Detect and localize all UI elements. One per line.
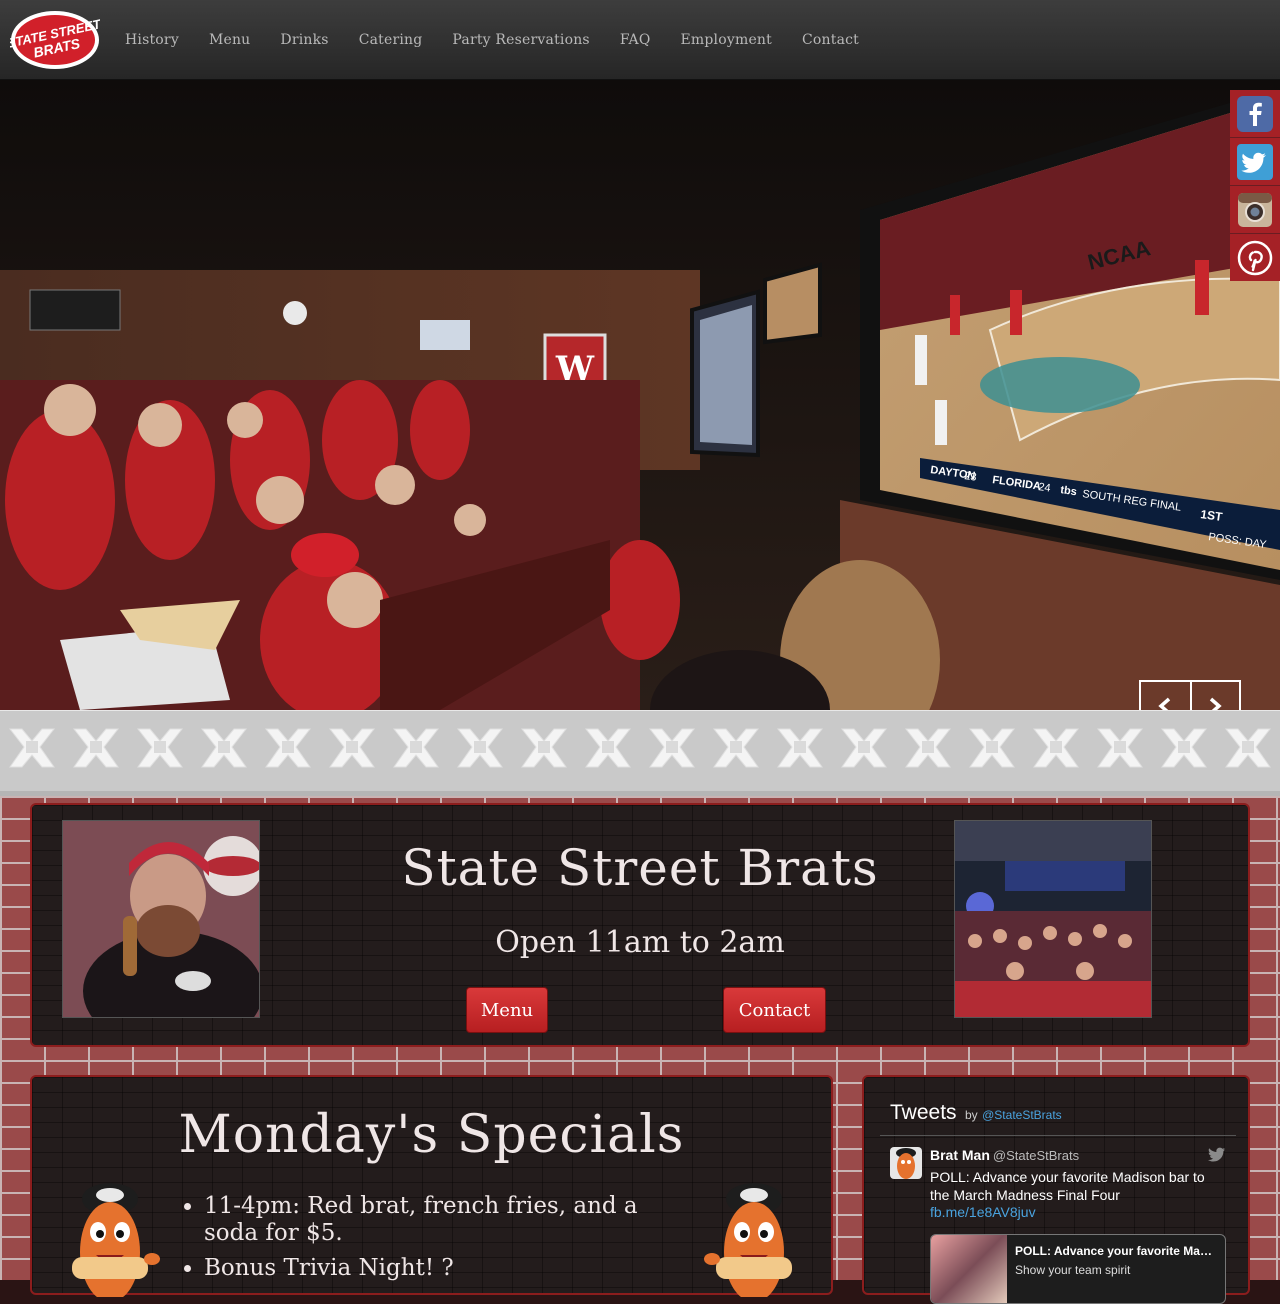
screen-score1: 23 (964, 470, 978, 484)
pinterest-link[interactable] (1230, 234, 1280, 281)
specials-list: 11-4pm: Red brat, french fries, and a so… (186, 1193, 666, 1290)
nav-catering[interactable]: Catering (344, 32, 438, 48)
nav-links: History Menu Drinks Catering Party Reser… (110, 0, 874, 80)
avatar[interactable] (890, 1147, 922, 1179)
slider-next-button[interactable] (1189, 682, 1239, 710)
page-title: State Street Brats (401, 839, 879, 897)
nav-party-reservations[interactable]: Party Reservations (437, 32, 604, 48)
tweet-author[interactable]: Brat Man @StateStBrats (930, 1147, 1079, 1163)
tweets-handle-link[interactable]: @StateStBrats (982, 1108, 1062, 1122)
special-item: Bonus Trivia Night! ? (204, 1255, 666, 1282)
tweets-by: by (964, 1108, 978, 1122)
hero-slider: W NCAA DAYTON 23 FLORIDA 24 tbs SOUTH RE… (0, 80, 1280, 710)
tweet-bird[interactable] (1208, 1147, 1226, 1167)
facebook-icon (1237, 95, 1273, 132)
nav-contact[interactable]: Contact (787, 32, 874, 48)
tweets-header: Tweets by @StateStBrats (890, 1101, 1062, 1125)
pinterest-icon (1237, 240, 1273, 275)
slider-controls (1139, 680, 1241, 710)
twitter-icon (1237, 143, 1273, 180)
nav-employment[interactable]: Employment (666, 32, 787, 48)
brat-avatar-icon (896, 1148, 916, 1179)
tweets-panel: Tweets by @StateStBrats Brat Man @StateSt… (862, 1075, 1250, 1304)
screen-network: tbs (1060, 484, 1078, 498)
decorative-band (0, 710, 1280, 796)
menu-button[interactable]: Menu (466, 987, 548, 1033)
tweet-author-name: Brat Man (930, 1147, 990, 1163)
logo-badge: STATE STREET BRATS (5, 11, 103, 69)
twitter-link[interactable] (1230, 138, 1280, 185)
nav-menu[interactable]: Menu (194, 32, 265, 48)
brat-mascot-left (72, 1183, 160, 1297)
facebook-link[interactable] (1230, 90, 1280, 137)
nav-drinks[interactable]: Drinks (265, 32, 343, 48)
social-links (1230, 90, 1280, 282)
tweet-text: POLL: Advance your favorite Madison bar … (930, 1169, 1205, 1203)
chevron-left-icon (1158, 697, 1171, 710)
tweets-title: Tweets (890, 1101, 957, 1124)
tweet-link[interactable]: fb.me/1e8AV8juv (930, 1204, 1036, 1220)
hours-text: Open 11am to 2am (495, 925, 785, 960)
contact-button[interactable]: Contact (723, 987, 826, 1033)
slider-prev-button[interactable] (1141, 682, 1190, 710)
special-item: 11-4pm: Red brat, french fries, and a so… (204, 1193, 666, 1247)
specials-title: Monday's Specials (178, 1105, 685, 1165)
tweet-card-title: POLL: Advance your favorite Madison bar … (1015, 1244, 1219, 1258)
logo[interactable]: STATE STREET BRATS (5, 10, 103, 70)
nav-faq[interactable]: FAQ (605, 32, 666, 48)
intro-panel: State Street Brats Open 11am to 2am Menu… (30, 803, 1250, 1047)
instagram-icon (1238, 192, 1272, 227)
divider (880, 1135, 1236, 1136)
chevron-right-icon (1210, 697, 1223, 710)
top-navbar: STATE STREET BRATS History Menu Drinks C… (0, 0, 1280, 80)
nav-history[interactable]: History (110, 32, 194, 48)
tweet-author-handle: @StateStBrats (992, 1148, 1080, 1163)
instagram-link[interactable] (1230, 186, 1280, 233)
hero-photo: W NCAA DAYTON 23 FLORIDA 24 tbs SOUTH RE… (0, 80, 1280, 710)
specials-panel: Monday's Specials 11-4pm: Red brat, fren… (30, 1075, 833, 1297)
twitter-icon (1208, 1147, 1226, 1162)
tweet-card-image (931, 1235, 1007, 1303)
tweet-card-subtitle: Show your team spirit (1015, 1263, 1131, 1277)
tweet-card[interactable]: POLL: Advance your favorite Madison bar … (930, 1234, 1226, 1304)
brat-mascot-right (704, 1183, 792, 1297)
pattern-decoration (0, 711, 1280, 791)
screen-score2: 24 (1038, 481, 1052, 495)
